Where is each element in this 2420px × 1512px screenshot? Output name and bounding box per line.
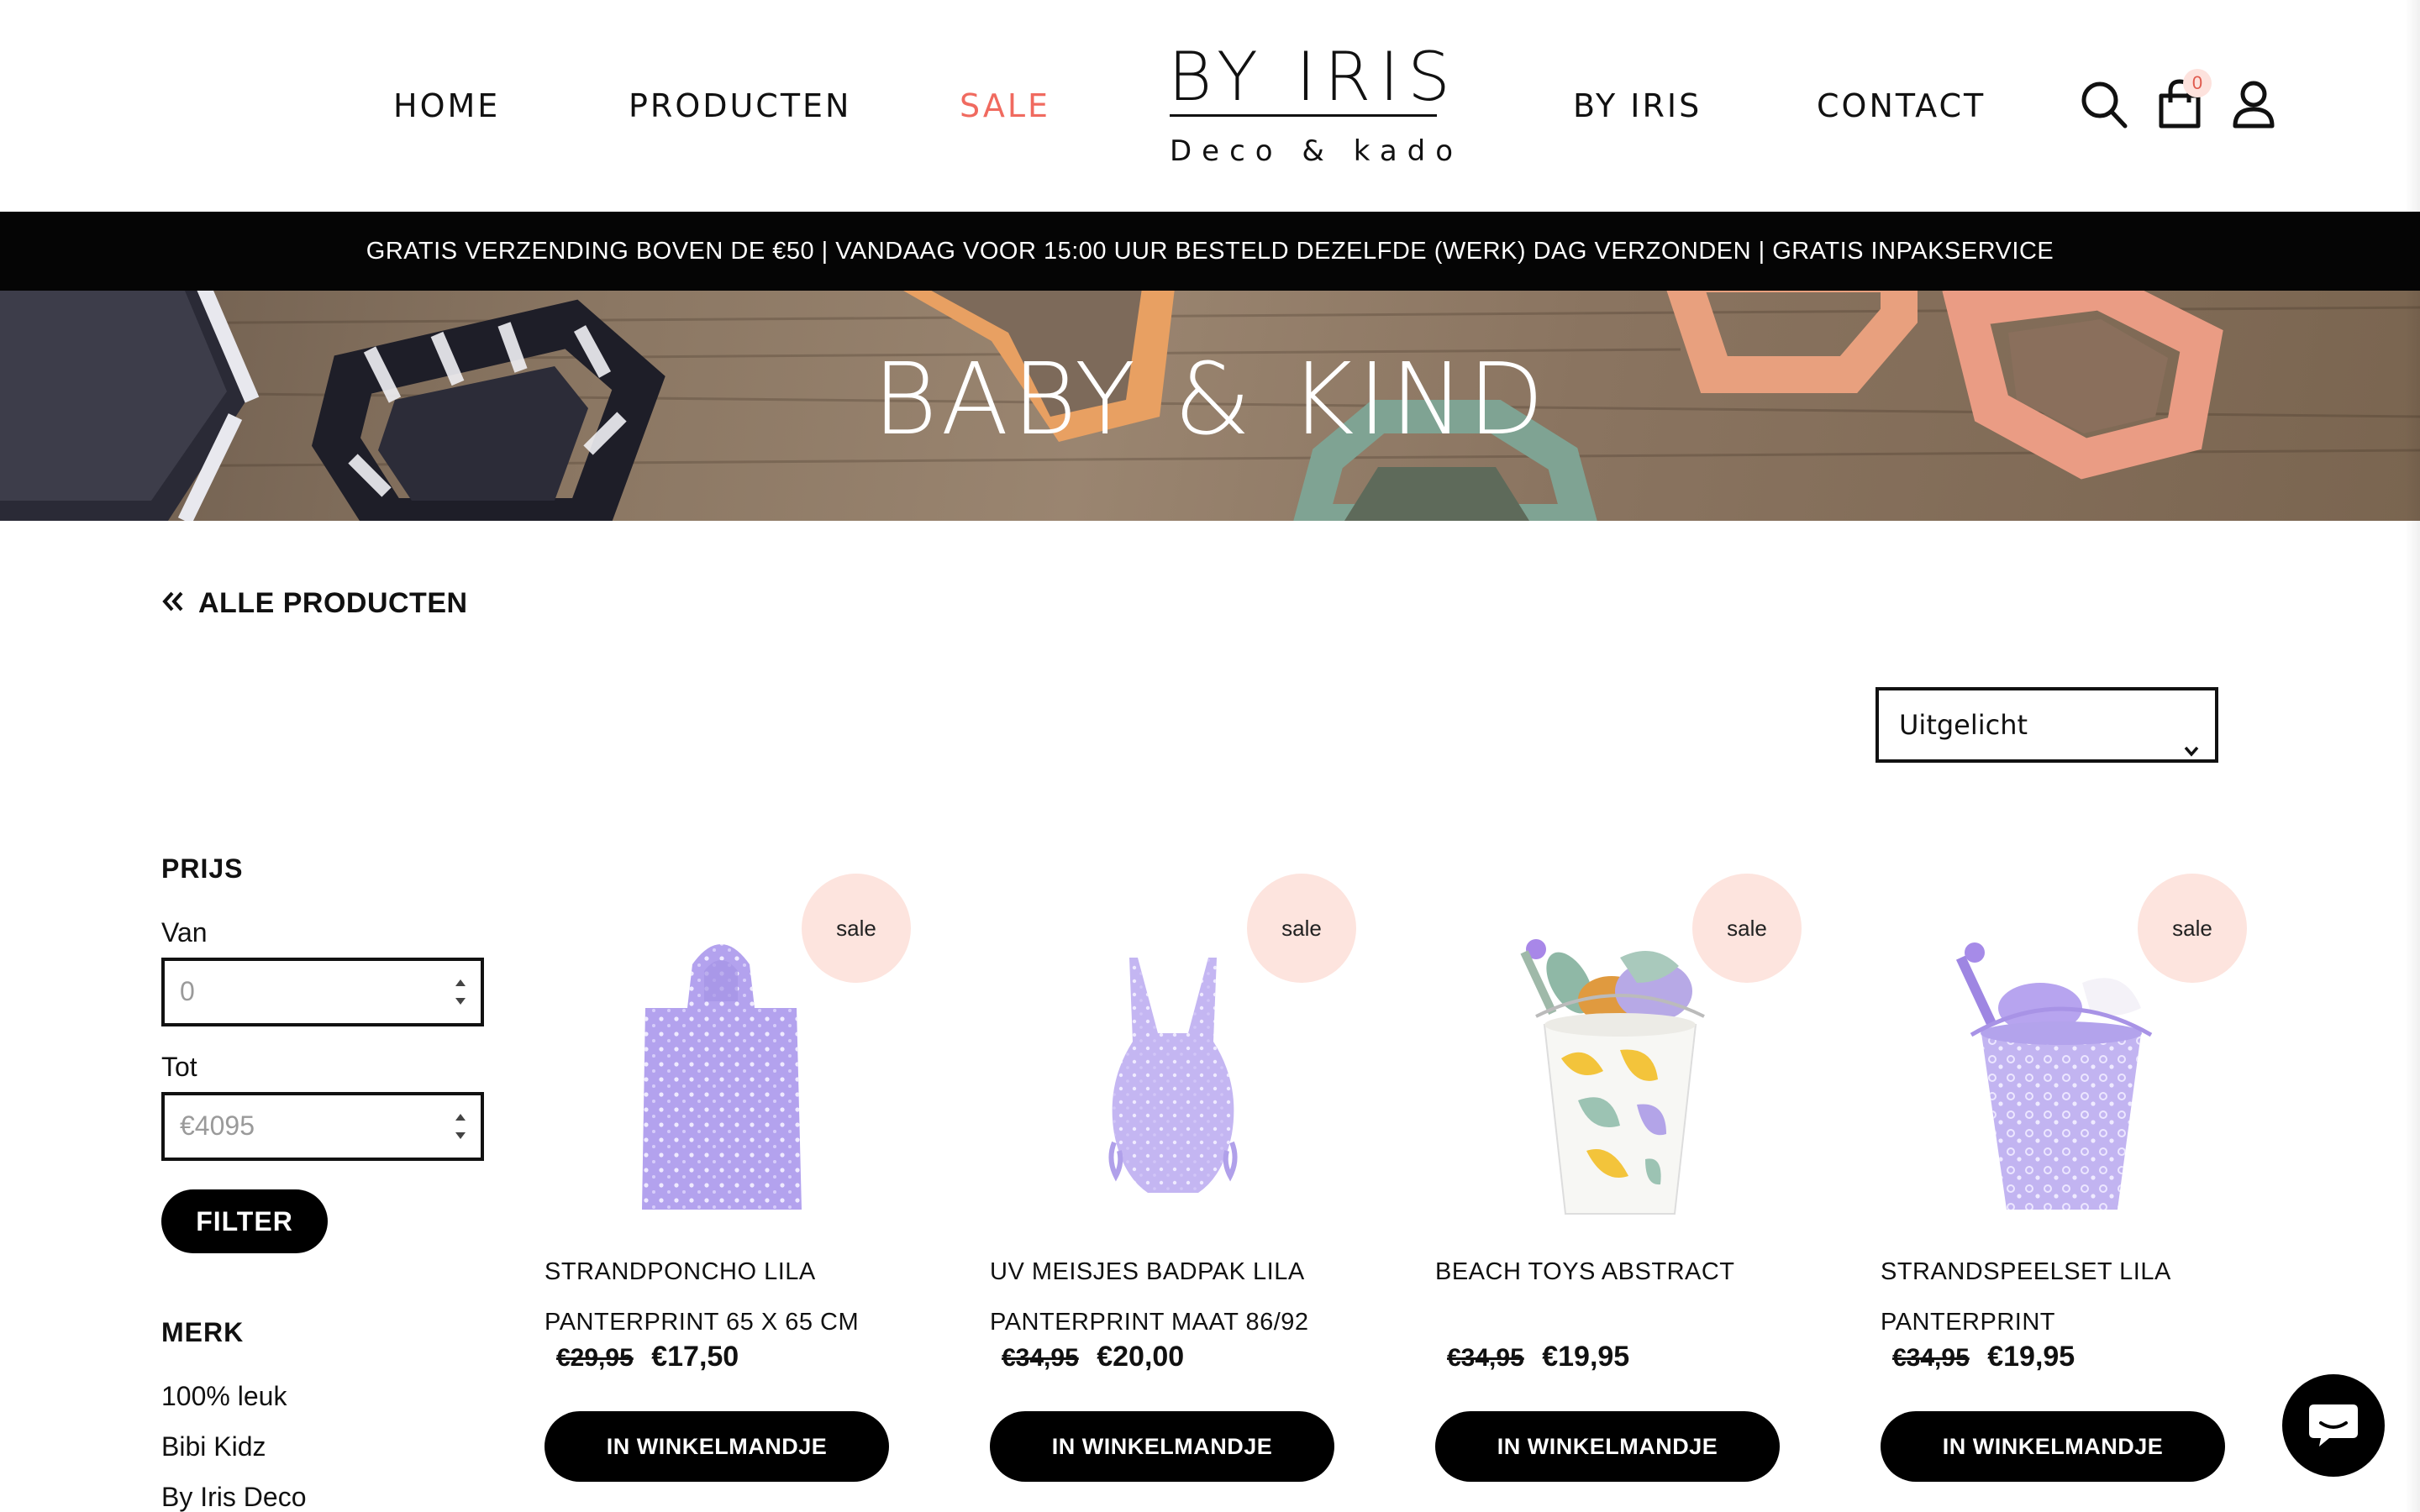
product-price: €34,95 €20,00 (1002, 1341, 1184, 1373)
brand-filter-item[interactable]: By Iris Deco (161, 1482, 306, 1512)
page-edge-shadow (2405, 0, 2420, 1512)
add-to-cart-button[interactable]: IN WINKELMANDJE (990, 1411, 1334, 1482)
price-to-placeholder: €4095 (180, 1110, 255, 1141)
search-icon[interactable] (2079, 77, 2129, 131)
price-from-placeholder: 0 (180, 976, 195, 1006)
product-image-poncho[interactable] (612, 924, 855, 1226)
product-name[interactable]: UV MEISJES BADPAK LILA PANTERPRINT MAAT … (990, 1247, 1343, 1347)
double-chevron-left-icon (161, 590, 185, 617)
brand-filter-item[interactable]: Bibi Kidz (161, 1431, 266, 1462)
nav-contact[interactable]: CONTACT (1817, 87, 1986, 124)
sale-price: €17,50 (651, 1341, 739, 1373)
sort-select[interactable]: Uitgelicht (1876, 687, 2218, 763)
price-filter-heading: PRIJS (161, 853, 244, 884)
product-name-line2: PANTERPRINT (1881, 1309, 2055, 1336)
add-to-cart-button[interactable]: IN WINKELMANDJE (544, 1411, 889, 1482)
price-to-input[interactable]: €4095 (161, 1092, 484, 1161)
old-price: €34,95 (1002, 1344, 1079, 1372)
back-to-all-products-link[interactable]: ALLE PRODUCTEN (161, 586, 468, 620)
filter-button[interactable]: FILTER (161, 1189, 328, 1253)
sale-price: €19,95 (1987, 1341, 2075, 1373)
sort-selected-value: Uitgelicht (1899, 709, 2028, 741)
price-to-label: Tot (161, 1052, 197, 1082)
product-price: €34,95 €19,95 (1892, 1341, 2075, 1373)
sale-price: €20,00 (1097, 1341, 1185, 1373)
number-spinner-icon[interactable] (450, 1107, 471, 1146)
logo-divider (1170, 114, 1437, 117)
product-image-beach-bucket[interactable] (1486, 924, 1729, 1226)
site-header: HOME PRODUCTEN SALE BY IRIS Deco & kado … (0, 0, 2420, 212)
nav-home[interactable]: HOME (393, 87, 500, 124)
product-name-line1: STRANDPONCHO LILA (544, 1258, 816, 1285)
user-icon[interactable] (2228, 77, 2279, 131)
nav-sale[interactable]: SALE (960, 87, 1050, 124)
site-logo[interactable]: BY IRIS Deco & kado (1168, 44, 1453, 169)
add-to-cart-button[interactable]: IN WINKELMANDJE (1435, 1411, 1780, 1482)
logo-tagline: Deco & kado (1170, 134, 1464, 168)
product-price: €29,95 €17,50 (556, 1341, 739, 1373)
chat-bubble-icon (2307, 1401, 2360, 1454)
brand-filter-heading: MERK (161, 1317, 245, 1347)
price-from-input[interactable]: 0 (161, 958, 484, 1026)
nav-by-iris[interactable]: BY IRIS (1573, 87, 1702, 124)
chat-widget-button[interactable] (2282, 1374, 2385, 1477)
product-name[interactable]: STRANDSPEELSET LILA PANTERPRINT (1881, 1247, 2233, 1347)
product-card[interactable]: sale STRANDPONCHO LILA PANTERPRINT 65 X … (544, 874, 911, 1512)
old-price: €34,95 (1892, 1344, 1970, 1372)
product-card[interactable]: sale STRANDSPEELSET LILA PANTERPRINT €34… (1881, 874, 2247, 1512)
product-name-line1: STRANDSPEELSET LILA (1881, 1258, 2171, 1285)
product-card[interactable]: sale UV MEISJES BADPAK LILA PANTERPRINT … (990, 874, 1356, 1512)
add-to-cart-button[interactable]: IN WINKELMANDJE (1881, 1411, 2225, 1482)
logo-title: BY IRIS (1168, 38, 1459, 116)
old-price: €34,95 (1447, 1344, 1524, 1372)
product-name[interactable]: BEACH TOYS ABSTRACT (1435, 1247, 1788, 1297)
product-image-beach-set[interactable] (1931, 924, 2175, 1226)
product-name-line1: UV MEISJES BADPAK LILA (990, 1258, 1305, 1285)
sale-price: €19,95 (1542, 1341, 1630, 1373)
nav-producten[interactable]: PRODUCTEN (629, 87, 851, 124)
cart-count-badge: 0 (2183, 69, 2212, 97)
back-link-label: ALLE PRODUCTEN (198, 586, 468, 619)
announcement-bar: GRATIS VERZENDING BOVEN DE €50 | VANDAAG… (0, 212, 2420, 291)
brand-filter-item[interactable]: 100% leuk (161, 1381, 287, 1412)
product-image-swimsuit[interactable] (1064, 924, 1307, 1226)
product-price: €34,95 €19,95 (1447, 1341, 1629, 1373)
price-from-label: Van (161, 917, 208, 948)
product-name-line1: BEACH TOYS ABSTRACT (1435, 1258, 1735, 1285)
chevron-down-icon (2183, 716, 2200, 757)
product-name-line2: PANTERPRINT 65 X 65 CM (544, 1309, 860, 1336)
product-name-line2: PANTERPRINT MAAT 86/92 (990, 1309, 1309, 1336)
number-spinner-icon[interactable] (450, 973, 471, 1011)
product-card[interactable]: sale BEACH TOYS ABSTRACT €34,95 €19,95 I… (1435, 874, 1802, 1512)
product-name[interactable]: STRANDPONCHO LILA PANTERPRINT 65 X 65 CM (544, 1247, 897, 1347)
page-title: BABY & KIND (872, 341, 1548, 457)
hero-banner: BABY & KIND (0, 291, 2420, 521)
old-price: €29,95 (556, 1344, 634, 1372)
